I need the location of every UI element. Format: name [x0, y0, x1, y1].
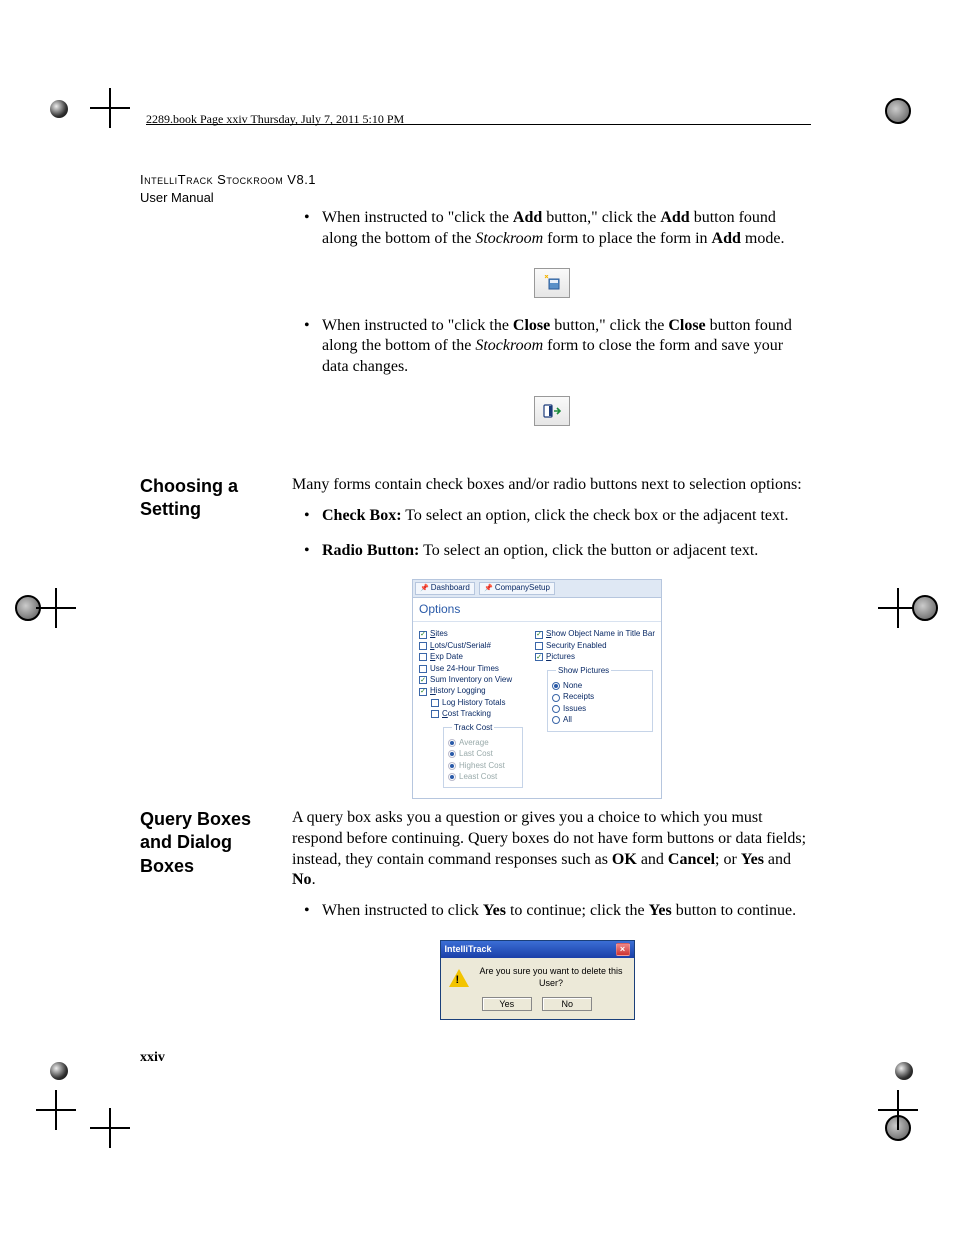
- options-title: Options: [413, 598, 661, 623]
- registration-ring: [912, 595, 938, 621]
- doc-title: IntelliTrack Stockroom V8.1: [140, 172, 316, 187]
- bullet-click-yes: When instructed to click Yes to continue…: [292, 901, 812, 922]
- registration-dot: [895, 1062, 913, 1080]
- radio-highest-cost[interactable]: Highest Cost: [448, 761, 518, 771]
- group-show-pictures: Show Pictures None Receipts Issues All: [547, 666, 653, 732]
- checkbox-pictures[interactable]: Pictures: [535, 652, 655, 662]
- tab-companysetup[interactable]: 📌CompanySetup: [479, 582, 555, 594]
- checkbox-exp-date[interactable]: Exp Date: [419, 652, 525, 662]
- close-icon[interactable]: ×: [616, 943, 630, 956]
- choosing-intro: Many forms contain check boxes and/or ra…: [292, 475, 812, 496]
- group-track-cost: Track Cost Average Last Cost Highest Cos…: [443, 723, 523, 789]
- checkbox-log-history-totals[interactable]: Log History Totals: [431, 698, 525, 708]
- radio-receipts[interactable]: Receipts: [552, 692, 648, 702]
- radio-issues[interactable]: Issues: [552, 704, 648, 714]
- section-query-boxes: A query box asks you a question or gives…: [292, 808, 812, 1020]
- checkbox-sites[interactable]: SSitesites: [419, 629, 525, 639]
- bullet-radio-button: Radio Button: To select an option, click…: [292, 541, 812, 562]
- bullet-close-button: When instructed to "click the Close butt…: [292, 316, 812, 426]
- radio-all[interactable]: All: [552, 715, 648, 725]
- radio-none[interactable]: None: [552, 681, 648, 691]
- bullet-add-button: When instructed to "click the Add button…: [292, 208, 812, 298]
- header-rule: [146, 124, 811, 125]
- registration-cross: [878, 1090, 918, 1130]
- radio-average[interactable]: Average: [448, 738, 518, 748]
- pin-icon: 📌: [484, 585, 493, 592]
- bullet-check-box: Check Box: To select an option, click th…: [292, 506, 812, 527]
- registration-cross: [36, 588, 76, 628]
- registration-cross: [90, 88, 130, 128]
- section-choosing-a-setting: Many forms contain check boxes and/or ra…: [292, 475, 812, 799]
- registration-dot: [50, 100, 68, 118]
- options-screenshot: 📌Dashboard 📌CompanySetup Options SSitesi…: [262, 579, 812, 799]
- yes-button[interactable]: Yes: [482, 997, 532, 1011]
- checkbox-24hour[interactable]: Use 24-Hour Times: [419, 664, 525, 674]
- section-clicking-buttons: When instructed to "click the Add button…: [292, 208, 812, 444]
- checkbox-cost-tracking[interactable]: Cost Tracking: [431, 709, 525, 719]
- dialog-message: Are you sure you want to delete this Use…: [477, 966, 626, 989]
- heading-choosing-a-setting: Choosing a Setting: [140, 475, 270, 522]
- pin-icon: 📌: [420, 585, 429, 592]
- registration-cross: [36, 1090, 76, 1130]
- checkbox-history-logging[interactable]: History Logging: [419, 686, 525, 696]
- close-button-icon: [534, 396, 570, 426]
- doc-subtitle: User Manual: [140, 190, 214, 205]
- radio-last-cost[interactable]: Last Cost: [448, 749, 518, 759]
- checkbox-security-enabled[interactable]: Security Enabled: [535, 641, 655, 651]
- registration-cross: [90, 1108, 130, 1148]
- checkbox-sum-inventory[interactable]: Sum Inventory on View: [419, 675, 525, 685]
- dialog-screenshot: IntelliTrack × Are you sure you want to …: [262, 940, 812, 1020]
- add-button-icon: [534, 268, 570, 298]
- registration-ring: [885, 98, 911, 124]
- tab-dashboard[interactable]: 📌Dashboard: [415, 582, 475, 594]
- no-button[interactable]: No: [542, 997, 592, 1011]
- query-intro: A query box asks you a question or gives…: [292, 808, 812, 891]
- dialog-titlebar: IntelliTrack ×: [441, 941, 634, 958]
- checkbox-lots[interactable]: Lots/Cust/Serial#: [419, 641, 525, 651]
- radio-least-cost[interactable]: Least Cost: [448, 772, 518, 782]
- heading-query-boxes: Query Boxes and Dialog Boxes: [140, 808, 270, 878]
- tab-bar: 📌Dashboard 📌CompanySetup: [413, 580, 661, 597]
- page-number: xxiv: [140, 1050, 165, 1066]
- warning-icon: [449, 969, 469, 987]
- checkbox-show-object-name[interactable]: Show Object Name in Title Bar: [535, 629, 655, 639]
- registration-dot: [50, 1062, 68, 1080]
